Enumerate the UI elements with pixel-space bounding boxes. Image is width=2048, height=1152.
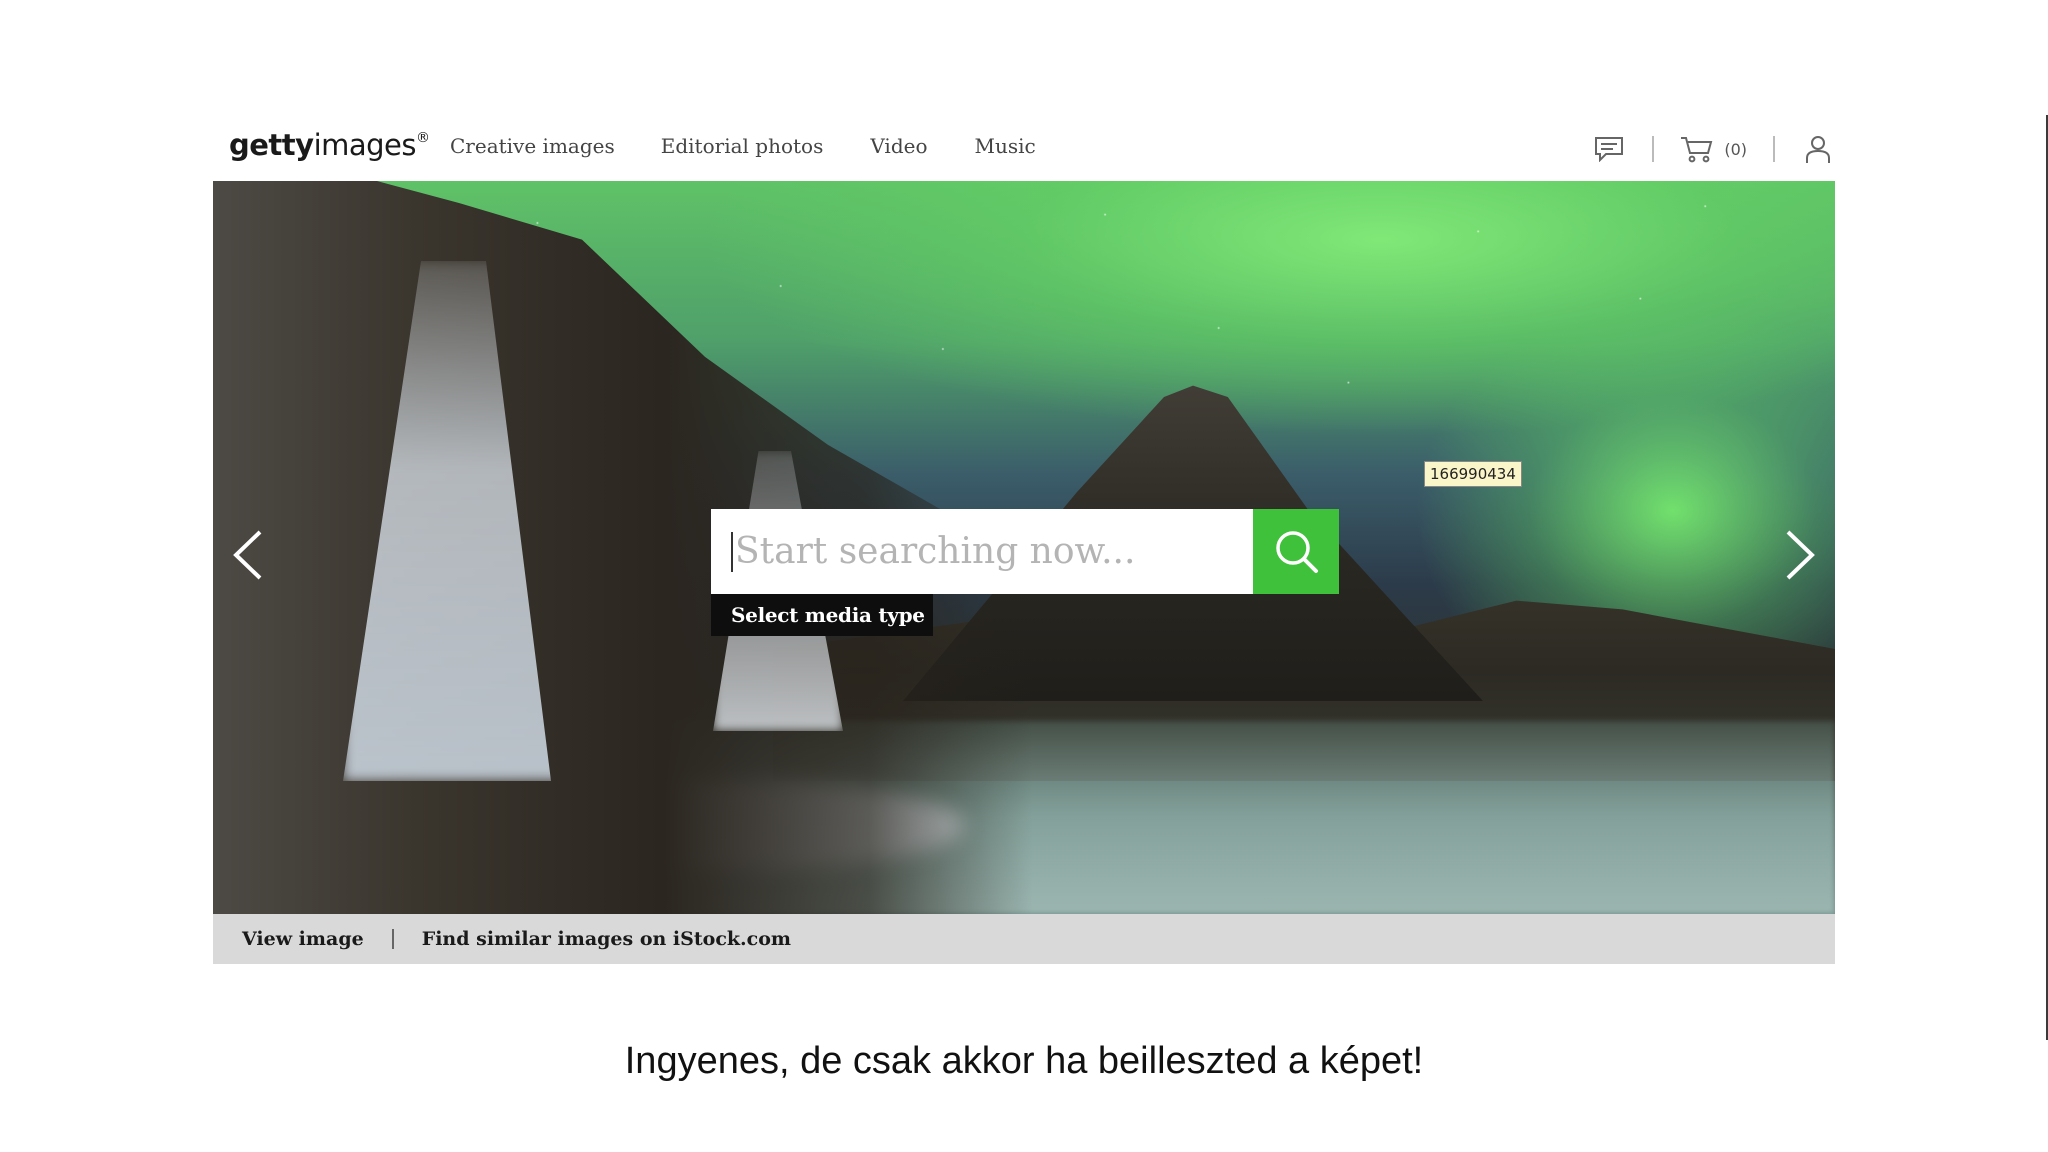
nav-music[interactable]: Music: [975, 134, 1036, 158]
logo-regular: images: [313, 128, 417, 162]
image-id-tooltip: 166990434: [1424, 461, 1522, 487]
ice: [503, 781, 963, 871]
search-icon: [1276, 530, 1318, 573]
header-separator: [1773, 136, 1775, 162]
cart-icon[interactable]: [1680, 132, 1714, 166]
slide-caption: Ingyenes, de csak akkor ha beilleszted a…: [624, 1040, 1424, 1082]
cart-count: (0): [1724, 139, 1747, 159]
nav-video[interactable]: Video: [870, 134, 927, 158]
user-icon[interactable]: [1801, 132, 1835, 166]
hero-image: 166990434 Select media type: [213, 181, 1835, 914]
gettyimages-logo[interactable]: gettyimages®: [229, 128, 430, 162]
chat-icon[interactable]: [1592, 132, 1626, 166]
nav-editorial-photos[interactable]: Editorial photos: [661, 134, 824, 158]
logo-mark: ®: [416, 130, 430, 146]
caption-separator: [391, 929, 394, 949]
logo-bold: getty: [229, 128, 314, 162]
waterfall: [343, 261, 551, 781]
image-caption-bar: View image Find similar images on iStock…: [213, 914, 1835, 964]
header-separator: [1652, 136, 1655, 162]
search-button[interactable]: [1253, 509, 1339, 594]
chevron-right-icon[interactable]: [1780, 525, 1820, 585]
select-media-type-button[interactable]: Select media type: [711, 594, 933, 636]
river: [213, 721, 1835, 914]
text-caret: [731, 531, 733, 572]
chevron-left-icon[interactable]: [228, 525, 268, 585]
header-actions: (0): [1592, 132, 1835, 166]
search-area: Select media type: [711, 509, 1339, 636]
nav-creative-images[interactable]: Creative images: [450, 134, 615, 158]
view-image-link[interactable]: View image: [242, 928, 364, 950]
search-box: [711, 509, 1253, 594]
find-similar-link[interactable]: Find similar images on iStock.com: [422, 928, 791, 950]
site-header: gettyimages® Creative images Editorial p…: [213, 118, 1835, 180]
search-input[interactable]: [734, 531, 1253, 572]
main-nav: Creative images Editorial photos Video M…: [450, 134, 1082, 158]
